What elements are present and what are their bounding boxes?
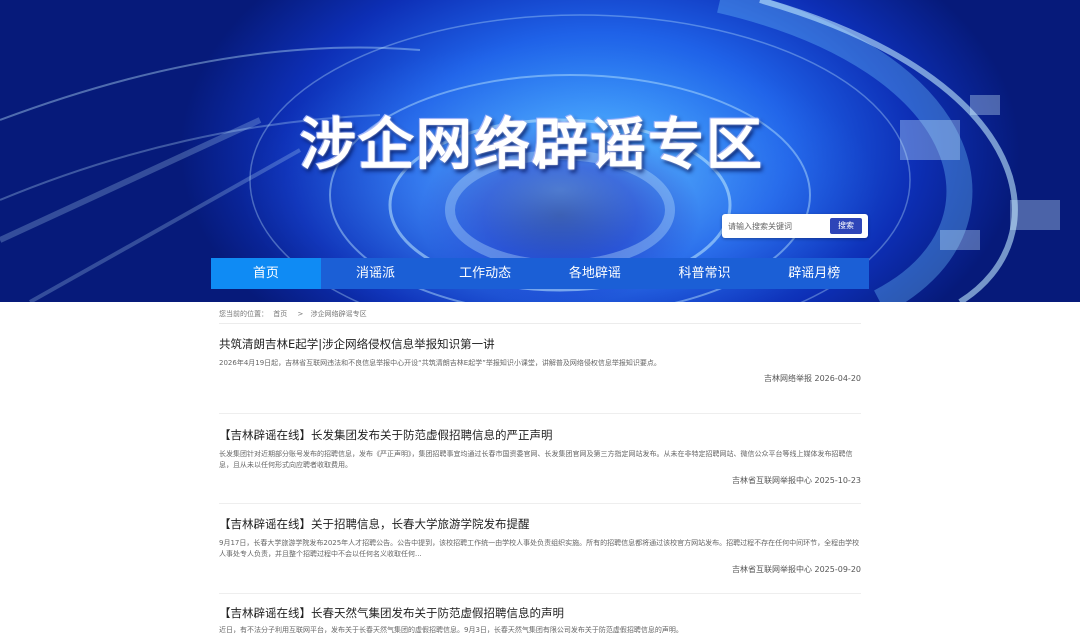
article-title-link[interactable]: 共筑清朗吉林E起学|涉企网络侵权信息举报知识第一讲 — [219, 336, 861, 352]
breadcrumb-current: 涉企网络辟谣专区 — [310, 310, 367, 318]
nav-item-rumor-debunk[interactable]: 消谣派 — [321, 258, 431, 289]
nav-item-regional-debunk[interactable]: 各地辟谣 — [540, 258, 650, 289]
search-input[interactable] — [726, 218, 830, 234]
article-divider — [219, 413, 861, 414]
nav-item-work-news[interactable]: 工作动态 — [430, 258, 540, 289]
article-source: 吉林省互联网举报中心 — [731, 565, 812, 574]
article-title-link[interactable]: 【吉林辟谣在线】长发集团发布关于防范虚假招聘信息的严正声明 — [219, 427, 861, 443]
nav-item-home[interactable]: 首页 — [211, 258, 321, 289]
article-item: 【吉林辟谣在线】长发集团发布关于防范虚假招聘信息的严正声明 长发集团针对近期部分… — [219, 427, 861, 486]
article-summary: 9月17日，长春大学旅游学院发布2025年人才招聘公告。公告中提到，该校招聘工作… — [219, 539, 860, 558]
article-item: 【吉林辟谣在线】关于招聘信息，长春大学旅游学院发布提醒 9月17日，长春大学旅游… — [219, 516, 861, 575]
article-date: 2025-10-23 — [814, 476, 862, 485]
nav-item-monthly-list[interactable]: 辟谣月榜 — [759, 258, 869, 289]
breadcrumb-home-link[interactable]: 首页 — [273, 310, 287, 318]
header-banner: 涉企网络辟谣专区 搜索 首页 消谣派 工作动态 各地辟谣 科普常识 辟谣月榜 — [0, 0, 1080, 302]
nav-item-science[interactable]: 科普常识 — [650, 258, 760, 289]
breadcrumb: 您当前的位置： 首页 > 涉企网络辟谣专区 — [219, 309, 370, 319]
article-divider — [219, 503, 861, 504]
article-title-link[interactable]: 【吉林辟谣在线】长春天然气集团发布关于防范虚假招聘信息的声明 — [219, 605, 861, 621]
article-title-link[interactable]: 【吉林辟谣在线】关于招聘信息，长春大学旅游学院发布提醒 — [219, 516, 861, 532]
banner-title: 涉企网络辟谣专区 — [300, 112, 764, 178]
main-nav: 首页 消谣派 工作动态 各地辟谣 科普常识 辟谣月榜 — [211, 258, 869, 289]
breadcrumb-prefix: 您当前的位置： — [219, 310, 268, 318]
breadcrumb-divider — [219, 323, 861, 324]
article-item: 共筑清朗吉林E起学|涉企网络侵权信息举报知识第一讲 2026年4月19日起，吉林… — [219, 336, 861, 384]
article-date: 2025-09-20 — [814, 565, 862, 574]
article-divider — [219, 593, 861, 594]
search-box: 搜索 — [722, 214, 868, 238]
article-source: 吉林网络举报 — [763, 374, 812, 383]
article-meta: 吉林省互联网举报中心 2025-10-23 — [219, 475, 861, 486]
search-button[interactable]: 搜索 — [830, 218, 862, 234]
article-date: 2026-04-20 — [814, 374, 862, 383]
article-summary: 近日，有不法分子利用互联网平台，发布关于长春天然气集团的虚假招聘信息。9月3日，… — [219, 626, 683, 634]
article-item: 【吉林辟谣在线】长春天然气集团发布关于防范虚假招聘信息的声明 近日，有不法分子利… — [219, 605, 861, 636]
article-summary: 2026年4月19日起，吉林省互联网违法和不良信息举报中心开设“共筑清朗吉林E起… — [219, 359, 661, 367]
article-meta: 吉林省互联网举报中心 2025-09-20 — [219, 564, 861, 575]
article-meta: 吉林网络举报 2026-04-20 — [219, 373, 861, 384]
article-source: 吉林省互联网举报中心 — [731, 476, 812, 485]
article-summary: 长发集团针对近期部分账号发布的招聘信息，发布《严正声明》，集团招聘事宜均通过长春… — [219, 450, 853, 469]
breadcrumb-separator: > — [297, 310, 304, 318]
